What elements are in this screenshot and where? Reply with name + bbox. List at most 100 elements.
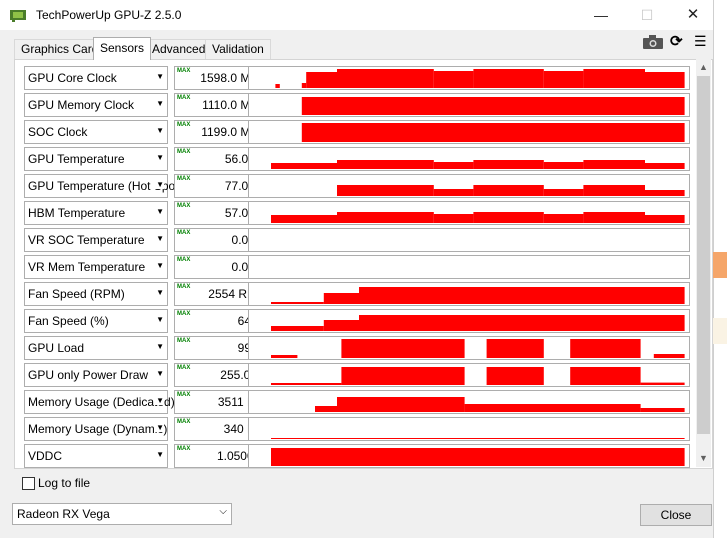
- sensor-row: VR Mem Temperature▼MAX0.0 °C: [24, 255, 690, 279]
- sensor-name-dropdown[interactable]: GPU Temperature (Hot Spot) ▼: [24, 174, 183, 198]
- sensor-name-label: Fan Speed (RPM): [28, 287, 125, 301]
- sensor-row: Memory Usage (Dynamic) ▼ MAX 340 MB: [24, 417, 690, 441]
- sensor-graph[interactable]: [248, 417, 690, 441]
- max-indicator: MAX: [177, 68, 191, 74]
- chevron-down-icon: ▼: [154, 315, 164, 324]
- sensor-name-dropdown[interactable]: Fan Speed (RPM) ▼: [24, 282, 168, 306]
- max-indicator: MAX: [177, 95, 191, 101]
- sensor-name-dropdown[interactable]: Memory Usage (Dedicated) ▼: [24, 390, 175, 414]
- sensor-row: GPU Load▼MAX99 %: [24, 336, 690, 360]
- max-indicator: MAX: [177, 365, 191, 371]
- sensor-name-dropdown[interactable]: VR Mem Temperature ▼: [24, 255, 168, 279]
- sensor-name-dropdown[interactable]: GPU Load ▼: [24, 336, 168, 360]
- maximize-button[interactable]: ☐: [624, 0, 670, 30]
- sensor-name-dropdown[interactable]: VR SOC Temperature ▼: [24, 228, 168, 252]
- chevron-down-icon: ⌵: [219, 506, 227, 517]
- menu-icon[interactable]: ☰: [694, 33, 707, 50]
- sensor-graph[interactable]: [248, 201, 690, 225]
- gpu-select-dropdown[interactable]: Radeon RX Vega ⌵: [12, 503, 232, 525]
- sensor-row: GPU Core Clock ▼ MAX 1598.0 MHz: [24, 66, 690, 90]
- max-indicator: MAX: [177, 419, 191, 425]
- graph-segment: [486, 339, 544, 358]
- sensor-graph[interactable]: [248, 282, 690, 306]
- sensor-graph[interactable]: [248, 390, 690, 414]
- graph-segment: [315, 406, 337, 412]
- sensor-graph-plot: [271, 212, 685, 223]
- sensor-graph-plot: [301, 97, 685, 115]
- sensor-name-label: GPU Load: [28, 341, 85, 355]
- graph-segment: [271, 215, 337, 223]
- scroll-up-arrow-icon[interactable]: ▲: [696, 59, 711, 76]
- sensor-graph-plot: [275, 69, 685, 88]
- sensor-graph[interactable]: [248, 228, 690, 252]
- sensor-graph[interactable]: [248, 174, 690, 198]
- close-window-button[interactable]: ✕: [670, 0, 716, 30]
- graph-segment: [543, 214, 584, 223]
- window-title: TechPowerUp GPU-Z 2.5.0: [36, 8, 182, 22]
- sensor-row: Fan Speed (%)▼MAX64 %: [24, 309, 690, 333]
- chevron-down-icon: ▼: [154, 342, 164, 351]
- sensor-graph[interactable]: [248, 66, 690, 90]
- sensor-graph[interactable]: [248, 336, 690, 360]
- sensor-name-dropdown[interactable]: GPU Core Clock ▼: [24, 66, 168, 90]
- sensor-graph-plot: [249, 229, 689, 251]
- refresh-icon[interactable]: ⟳: [670, 32, 683, 50]
- tab-validation[interactable]: Validation: [205, 39, 271, 59]
- max-indicator: MAX: [177, 122, 191, 128]
- sensor-name-label: VR Mem Temperature: [28, 260, 146, 274]
- vertical-scrollbar[interactable]: ▲ ▼: [696, 59, 711, 467]
- tab-graphics-card[interactable]: Graphics Card: [14, 39, 106, 59]
- graph-segment: [645, 72, 685, 88]
- graph-segment: [543, 71, 584, 88]
- sensor-name-dropdown[interactable]: VDDC ▼: [24, 444, 168, 468]
- sensor-name-dropdown[interactable]: GPU only Power Draw ▼: [24, 363, 168, 387]
- sensor-row: GPU only Power Draw ▼ MAX 255.0 W: [24, 363, 690, 387]
- graph-segment: [640, 382, 685, 385]
- sensor-graph[interactable]: [248, 147, 690, 171]
- sensor-graph-plot: [271, 287, 685, 304]
- sensor-row: GPU Temperature (Hot Spot) ▼ MAX 77.0 °C: [24, 174, 690, 198]
- graph-segment: [359, 287, 685, 304]
- tab-advanced[interactable]: Advanced: [145, 39, 213, 59]
- sensor-graph[interactable]: [248, 444, 690, 468]
- sensor-name-dropdown[interactable]: HBM Temperature ▼: [24, 201, 168, 225]
- sensor-graph[interactable]: [248, 120, 690, 144]
- graph-segment: [433, 162, 474, 169]
- sensor-graph[interactable]: [248, 255, 690, 279]
- graph-segment: [583, 69, 645, 88]
- sensor-row: HBM Temperature ▼ MAX 57.0 °C: [24, 201, 690, 225]
- log-to-file-checkbox[interactable]: [22, 477, 35, 490]
- tab-sensors[interactable]: Sensors: [93, 37, 152, 60]
- sensor-name-label: SOC Clock: [28, 125, 88, 139]
- sensor-name-dropdown[interactable]: SOC Clock ▼: [24, 120, 168, 144]
- sensor-graph[interactable]: [248, 309, 690, 333]
- sensor-graph[interactable]: [248, 93, 690, 117]
- graph-segment: [570, 367, 641, 385]
- sensor-name-dropdown[interactable]: Memory Usage (Dynamic) ▼: [24, 417, 168, 441]
- graph-segment: [271, 326, 324, 331]
- title-bar[interactable]: TechPowerUp GPU-Z 2.5.0 — ☐ ✕: [0, 0, 713, 30]
- graph-segment: [473, 212, 544, 223]
- graph-segment: [301, 97, 685, 115]
- chevron-down-icon: ▼: [154, 234, 164, 243]
- scroll-down-arrow-icon[interactable]: ▼: [696, 450, 711, 467]
- gpu-z-app-icon: [10, 10, 26, 22]
- sensor-row: SOC Clock ▼ MAX 1199.0 MHz: [24, 120, 690, 144]
- sensor-name-dropdown[interactable]: GPU Temperature ▼: [24, 147, 168, 171]
- gpu-z-window: TechPowerUp GPU-Z 2.5.0 — ☐ ✕ Graphics C…: [0, 0, 714, 538]
- sensor-graph-plot: [271, 448, 685, 466]
- sensor-name-dropdown[interactable]: GPU Memory Clock ▼: [24, 93, 168, 117]
- minimize-button[interactable]: —: [578, 0, 624, 30]
- graph-segment: [473, 69, 544, 88]
- max-indicator: MAX: [177, 257, 191, 263]
- graph-segment: [337, 185, 434, 196]
- sensor-name-label: Memory Usage (Dedicated): [28, 395, 175, 409]
- scroll-thumb[interactable]: [697, 76, 710, 434]
- sensor-graph[interactable]: [248, 363, 690, 387]
- chevron-down-icon: ▼: [154, 288, 164, 297]
- close-button[interactable]: Close: [640, 504, 712, 526]
- sensor-name-dropdown[interactable]: Fan Speed (%) ▼: [24, 309, 168, 333]
- chevron-down-icon: ▼: [154, 207, 164, 216]
- graph-segment: [301, 83, 307, 88]
- camera-icon[interactable]: [642, 35, 664, 49]
